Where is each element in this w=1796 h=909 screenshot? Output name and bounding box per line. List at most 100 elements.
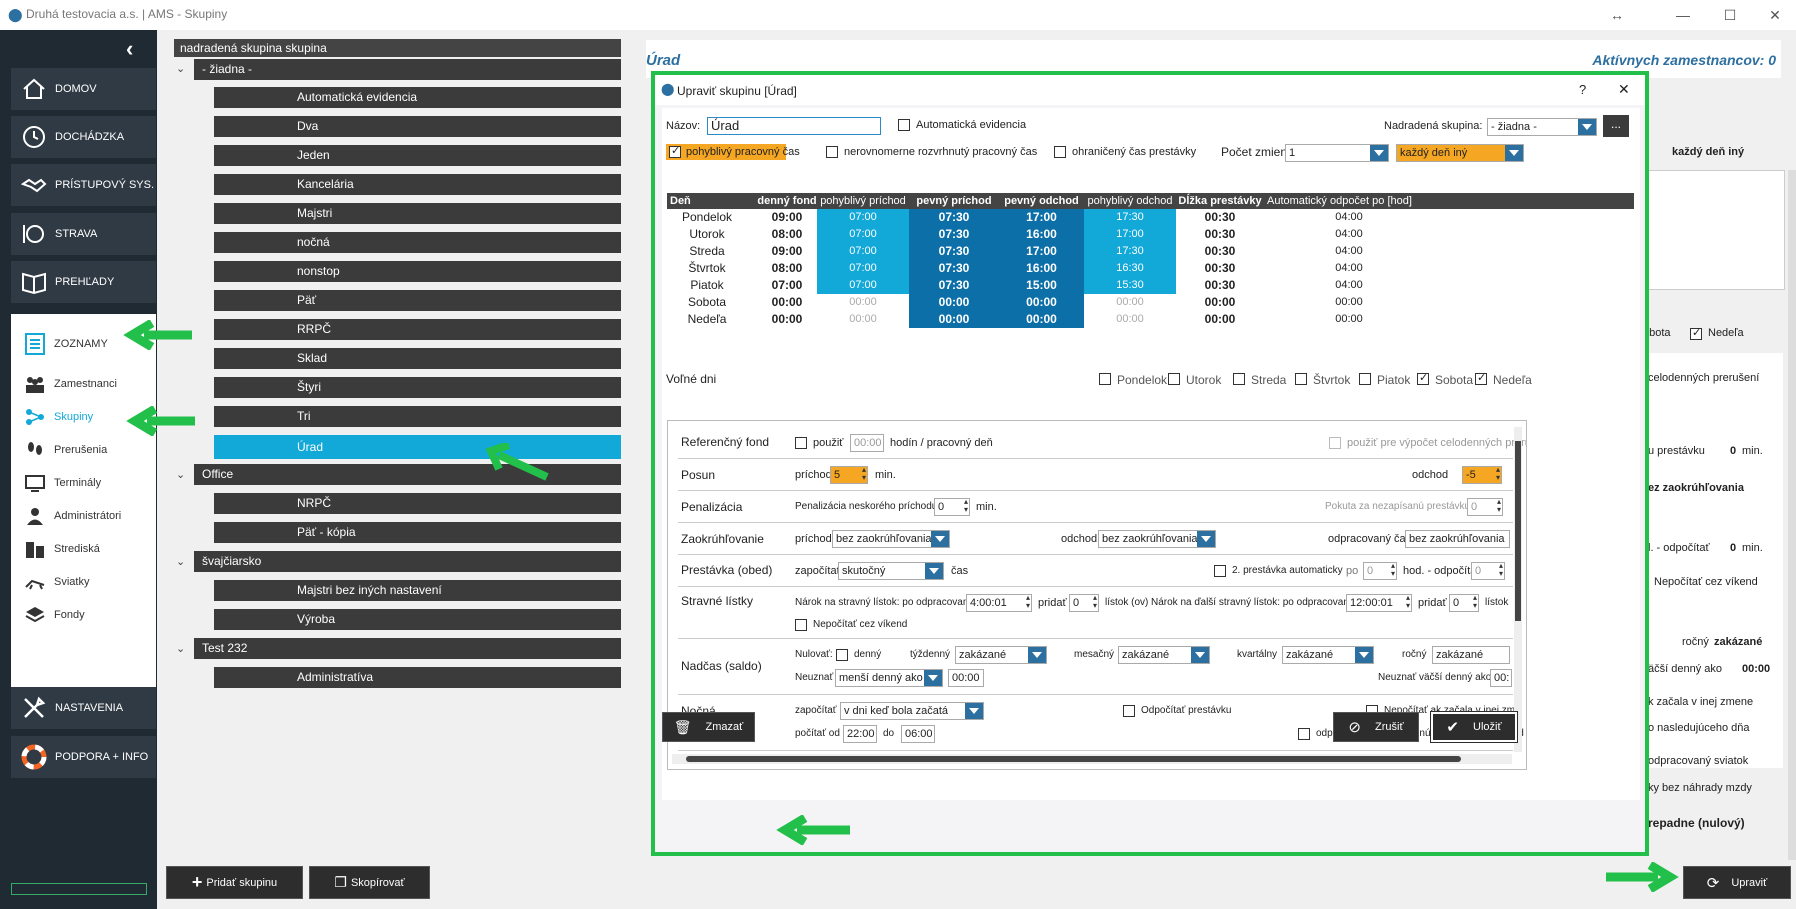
uneven-checkbox[interactable] (826, 146, 838, 158)
schedule-cell[interactable]: 07:30 (909, 226, 999, 243)
shift-departure-input[interactable]: -5 (1462, 466, 1502, 484)
break-po-input[interactable]: 0 (1363, 562, 1397, 580)
free-day-checkbox[interactable] (1168, 373, 1180, 385)
overtime-weekly-select[interactable]: zakázané (955, 646, 1047, 664)
nav-dochadzka[interactable]: DOCHÁDZKA (11, 116, 156, 158)
ref-fund-checkbox[interactable] (795, 437, 807, 449)
flex-time-checkbox[interactable] (669, 144, 681, 158)
overtime-daily-checkbox[interactable] (836, 649, 848, 661)
meal-v2-input[interactable]: 12:00:01 (1346, 594, 1412, 612)
close-window-button[interactable]: ✕ (1760, 4, 1790, 26)
tree-group[interactable]: Office (194, 464, 621, 485)
tree-group[interactable]: švajčiarsko (194, 551, 621, 572)
overtime-yearly-select[interactable]: zakázané (1432, 646, 1510, 664)
nav-strava[interactable]: STRAVA (11, 213, 156, 255)
tree-group[interactable]: - žiadna - (194, 59, 621, 80)
save-button[interactable]: ✔ Uložiť (1430, 711, 1518, 743)
nav-nastavenia[interactable]: NASTAVENIA (11, 687, 156, 729)
tree-group[interactable]: Test 232 (194, 638, 621, 659)
schedule-cell[interactable]: 04:00 (1264, 209, 1434, 226)
night-to-input[interactable]: 06:00 (901, 725, 935, 743)
help-button[interactable]: ? (1579, 82, 1586, 97)
rounding-departure-select[interactable]: bez zaokrúhľovania (1098, 530, 1216, 548)
meal-v1-input[interactable]: 4:00:01 (966, 594, 1032, 612)
rounding-arrival-select[interactable]: bez zaokrúhľovania (832, 530, 950, 548)
nav-podpora[interactable]: PODPORA + INFO (11, 736, 156, 778)
schedule-cell[interactable]: 17:30 (1084, 243, 1176, 260)
night-moved-checkbox[interactable] (1298, 728, 1310, 740)
free-day-checkbox[interactable] (1099, 373, 1111, 385)
nav-pristupovy[interactable]: PRÍSTUPOVÝ SYS. (11, 164, 156, 206)
overtime-neuznat-time[interactable]: 00:00 (948, 669, 984, 687)
nav-prehlady[interactable]: PREHĽADY (11, 261, 156, 303)
schedule-cell[interactable]: 00:00 (999, 294, 1084, 311)
settings-vscroll[interactable] (1514, 427, 1522, 752)
schedule-cell[interactable]: 17:00 (1084, 226, 1176, 243)
chevron-down-icon[interactable]: ⌄ (176, 62, 185, 75)
shifts-select[interactable]: 1 (1285, 144, 1389, 162)
overtime-quarterly-select[interactable]: zakázané (1282, 646, 1374, 664)
settings-hscroll[interactable] (672, 754, 1512, 764)
limited-break-checkbox[interactable] (1054, 146, 1066, 158)
schedule-cell[interactable]: 00:00 (1176, 311, 1264, 328)
maximize-button[interactable]: ☐ (1715, 4, 1745, 26)
schedule-cell[interactable]: 00:00 (757, 294, 817, 311)
auto-evidence-checkbox[interactable] (898, 119, 910, 131)
copy-button[interactable]: ❐ Skopírovať (309, 866, 430, 899)
nav-domov[interactable]: DOMOV (11, 68, 156, 110)
meal-a1-input[interactable]: 0 (1069, 594, 1099, 612)
tree-item[interactable]: Päť - kópia (214, 522, 621, 543)
schedule-cell[interactable]: 16:00 (999, 226, 1084, 243)
add-group-button[interactable]: + Pridať skupinu (166, 866, 303, 899)
overtime-monthly-select[interactable]: zakázané (1118, 646, 1210, 664)
collapse-sidebar-icon[interactable]: ‹ (126, 36, 133, 62)
schedule-cell[interactable]: 00:00 (999, 311, 1084, 328)
schedule-cell[interactable]: 00:30 (1176, 277, 1264, 294)
chevron-down-icon[interactable]: ⌄ (176, 468, 185, 481)
schedule-cell[interactable]: 00:00 (1084, 311, 1176, 328)
name-input[interactable]: Úrad (707, 117, 881, 135)
schedule-cell[interactable]: 15:30 (1084, 277, 1176, 294)
parent-group-select[interactable]: - žiadna - (1487, 118, 1597, 136)
schedule-cell[interactable]: 07:30 (909, 277, 999, 294)
meal-a2-input[interactable]: 0 (1449, 594, 1479, 612)
schedule-cell[interactable]: 08:00 (757, 226, 817, 243)
schedule-cell[interactable]: 00:30 (1176, 260, 1264, 277)
penalty-input[interactable]: 0 (934, 498, 970, 516)
tree-item[interactable]: NRPČ (214, 493, 621, 514)
free-day-checkbox[interactable] (1475, 371, 1487, 385)
schedule-cell[interactable]: 00:30 (1176, 243, 1264, 260)
schedule-cell[interactable]: 07:00 (817, 226, 909, 243)
schedule-cell[interactable]: 17:00 (999, 243, 1084, 260)
ref-fund-input[interactable]: 00:00 (850, 434, 884, 452)
schedule-cell[interactable]: 00:30 (1176, 226, 1264, 243)
tree-item[interactable]: Tri (214, 406, 621, 427)
meal-weekend-checkbox[interactable] (795, 619, 807, 631)
tree-item[interactable]: Sklad (214, 348, 621, 369)
chevron-down-icon[interactable]: ⌄ (176, 642, 185, 655)
close-dialog-button[interactable]: ✕ (1618, 81, 1630, 98)
tree-item[interactable]: Štyri (214, 377, 621, 398)
schedule-cell[interactable]: 07:00 (817, 209, 909, 226)
schedule-cell[interactable]: 00:00 (817, 311, 909, 328)
schedule-cell[interactable]: 17:30 (1084, 209, 1176, 226)
schedule-cell[interactable]: 00:00 (817, 294, 909, 311)
tree-item[interactable]: Dva (214, 116, 621, 137)
rounding-worked-select[interactable]: bez zaokrúhľovania (1405, 530, 1510, 548)
schedule-cell[interactable]: 00:00 (1176, 294, 1264, 311)
break-hod-input[interactable]: 0 (1471, 562, 1505, 580)
schedule-cell[interactable]: 09:00 (757, 243, 817, 260)
shift-arrival-input[interactable]: 5 (830, 466, 868, 484)
free-day-checkbox[interactable] (1417, 371, 1429, 385)
second-break-checkbox[interactable] (1214, 565, 1226, 577)
schedule-cell[interactable]: 04:00 (1264, 226, 1434, 243)
break-count-select[interactable]: skutočný (838, 562, 944, 580)
schedule-cell[interactable]: 04:00 (1264, 277, 1434, 294)
overtime-neuznat-right-input[interactable]: 00: (1490, 669, 1512, 687)
schedule-cell[interactable]: 16:00 (999, 260, 1084, 277)
schedule-cell[interactable]: 00:30 (1176, 209, 1264, 226)
cancel-button[interactable]: ⊘ Zrušiť (1333, 712, 1419, 742)
schedule-cell[interactable]: 07:00 (817, 260, 909, 277)
nav-fondy[interactable]: Fondy (11, 596, 156, 634)
tree-item[interactable]: nočná (214, 232, 621, 253)
